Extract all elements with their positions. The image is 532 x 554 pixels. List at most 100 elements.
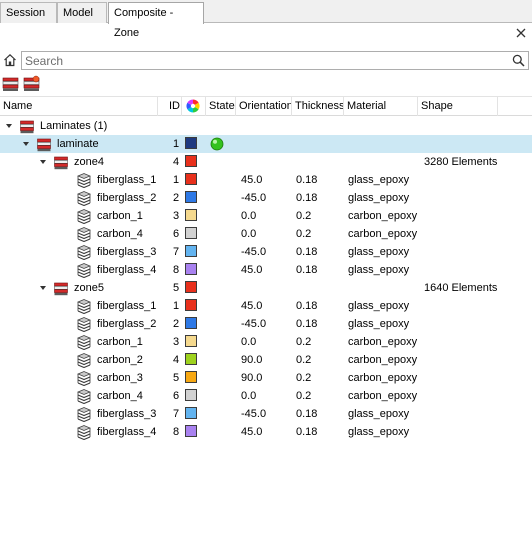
folder-row[interactable]: Laminates (1) bbox=[0, 117, 532, 135]
item-name: zone5 bbox=[74, 282, 104, 294]
tab-session[interactable]: Session bbox=[0, 2, 57, 23]
ply-row[interactable]: fiberglass_2 2 -45.0 0.18 glass_epoxy bbox=[0, 315, 532, 333]
color-swatch[interactable] bbox=[185, 137, 197, 149]
ply-icon bbox=[77, 407, 91, 422]
color-swatch[interactable] bbox=[185, 209, 197, 221]
color-swatch[interactable] bbox=[185, 335, 197, 347]
ply-row[interactable]: fiberglass_4 8 45.0 0.18 glass_epoxy bbox=[0, 423, 532, 441]
color-swatch[interactable] bbox=[185, 173, 197, 185]
item-name: fiberglass_1 bbox=[97, 174, 157, 186]
item-orientation: 90.0 bbox=[241, 354, 263, 366]
zone-icon bbox=[54, 156, 68, 170]
item-name: carbon_1 bbox=[97, 210, 143, 222]
expand-arrow-icon[interactable] bbox=[22, 140, 30, 148]
ply-row[interactable]: carbon_4 6 0.0 0.2 carbon_epoxy bbox=[0, 225, 532, 243]
item-thickness: 0.18 bbox=[296, 174, 318, 186]
expand-arrow-icon[interactable] bbox=[39, 284, 47, 292]
item-id: 5 bbox=[173, 372, 180, 384]
item-material: carbon_epoxy bbox=[348, 210, 418, 222]
color-swatch[interactable] bbox=[185, 263, 197, 275]
color-swatch[interactable] bbox=[185, 407, 197, 419]
create-laminate-icon[interactable] bbox=[2, 75, 19, 92]
search-input[interactable] bbox=[25, 53, 505, 68]
ply-row[interactable]: carbon_1 3 0.0 0.2 carbon_epoxy bbox=[0, 333, 532, 351]
item-material: glass_epoxy bbox=[348, 246, 410, 258]
ply-row[interactable]: fiberglass_4 8 45.0 0.18 glass_epoxy bbox=[0, 261, 532, 279]
item-name: fiberglass_1 bbox=[97, 300, 157, 312]
color-swatch[interactable] bbox=[185, 425, 197, 437]
color-swatch[interactable] bbox=[185, 299, 197, 311]
close-icon[interactable] bbox=[514, 26, 528, 40]
laminate-icon bbox=[37, 138, 51, 152]
ply-row[interactable]: carbon_4 6 0.0 0.2 carbon_epoxy bbox=[0, 387, 532, 405]
item-material: glass_epoxy bbox=[348, 192, 410, 204]
ply-row[interactable]: fiberglass_3 7 -45.0 0.18 glass_epoxy bbox=[0, 243, 532, 261]
column-shape[interactable]: Shape bbox=[418, 97, 498, 116]
zone-row[interactable]: zone4 4 3280 Elements bbox=[0, 153, 532, 171]
item-material: glass_epoxy bbox=[348, 426, 410, 438]
home-icon[interactable] bbox=[3, 53, 17, 67]
color-swatch[interactable] bbox=[185, 353, 197, 365]
item-material: carbon_epoxy bbox=[348, 354, 418, 366]
ply-icon bbox=[77, 389, 91, 404]
ply-row[interactable]: carbon_2 4 90.0 0.2 carbon_epoxy bbox=[0, 351, 532, 369]
item-id: 4 bbox=[173, 156, 180, 168]
color-swatch[interactable] bbox=[185, 371, 197, 383]
item-material: glass_epoxy bbox=[348, 318, 410, 330]
expand-arrow-icon[interactable] bbox=[5, 122, 13, 130]
column-header: Name ID State Orientation Thickness Mate… bbox=[0, 96, 532, 116]
color-swatch[interactable] bbox=[185, 227, 197, 239]
ply-icon bbox=[77, 353, 91, 368]
ply-row[interactable]: fiberglass_1 1 45.0 0.18 glass_epoxy bbox=[0, 297, 532, 315]
column-name[interactable]: Name bbox=[0, 97, 158, 116]
color-swatch[interactable] bbox=[185, 191, 197, 203]
ply-row[interactable]: fiberglass_1 1 45.0 0.18 glass_epoxy bbox=[0, 171, 532, 189]
column-material[interactable]: Material bbox=[344, 97, 418, 116]
color-swatch[interactable] bbox=[185, 281, 197, 293]
tab-composite-zone[interactable]: Composite - Zone bbox=[108, 2, 204, 39]
item-thickness: 0.2 bbox=[296, 210, 312, 222]
color-swatch[interactable] bbox=[185, 155, 197, 167]
ply-icon bbox=[77, 425, 91, 440]
item-id: 7 bbox=[173, 408, 180, 420]
ply-icon bbox=[77, 191, 91, 206]
item-thickness: 0.18 bbox=[296, 426, 318, 438]
item-thickness: 0.18 bbox=[296, 264, 318, 276]
column-thickness[interactable]: Thickness bbox=[292, 97, 344, 116]
column-state[interactable]: State bbox=[206, 97, 236, 116]
item-orientation: 90.0 bbox=[241, 372, 263, 384]
item-orientation: 45.0 bbox=[241, 426, 263, 438]
item-material: glass_epoxy bbox=[348, 300, 410, 312]
ply-row[interactable]: fiberglass_3 7 -45.0 0.18 glass_epoxy bbox=[0, 405, 532, 423]
item-id: 3 bbox=[173, 336, 180, 348]
item-name: carbon_4 bbox=[97, 390, 143, 402]
search-icon[interactable] bbox=[512, 54, 525, 67]
item-thickness: 0.2 bbox=[296, 390, 312, 402]
color-swatch[interactable] bbox=[185, 245, 197, 257]
create-zone-icon[interactable] bbox=[23, 75, 40, 92]
tab-model[interactable]: Model bbox=[57, 2, 107, 23]
expand-arrow-icon[interactable] bbox=[39, 158, 47, 166]
active-state-icon[interactable] bbox=[210, 137, 224, 151]
item-material: carbon_epoxy bbox=[348, 336, 418, 348]
item-orientation: -45.0 bbox=[241, 192, 267, 204]
item-name: Laminates (1) bbox=[40, 120, 108, 132]
ply-icon bbox=[77, 227, 91, 242]
zone-row[interactable]: zone5 5 1640 Elements bbox=[0, 279, 532, 297]
item-name: zone4 bbox=[74, 156, 104, 168]
ply-row[interactable]: carbon_1 3 0.0 0.2 carbon_epoxy bbox=[0, 207, 532, 225]
column-id[interactable]: ID bbox=[158, 97, 182, 116]
item-id: 7 bbox=[173, 246, 180, 258]
laminate-row[interactable]: laminate 1 bbox=[0, 135, 532, 153]
item-thickness: 0.18 bbox=[296, 192, 318, 204]
item-thickness: 0.18 bbox=[296, 408, 318, 420]
item-id: 2 bbox=[173, 318, 180, 330]
color-wheel-icon bbox=[186, 99, 200, 113]
column-color[interactable] bbox=[182, 97, 206, 116]
ply-row[interactable]: fiberglass_2 2 -45.0 0.18 glass_epoxy bbox=[0, 189, 532, 207]
color-swatch[interactable] bbox=[185, 317, 197, 329]
item-thickness: 0.18 bbox=[296, 318, 318, 330]
ply-row[interactable]: carbon_3 5 90.0 0.2 carbon_epoxy bbox=[0, 369, 532, 387]
column-orientation[interactable]: Orientation bbox=[236, 97, 292, 116]
color-swatch[interactable] bbox=[185, 389, 197, 401]
